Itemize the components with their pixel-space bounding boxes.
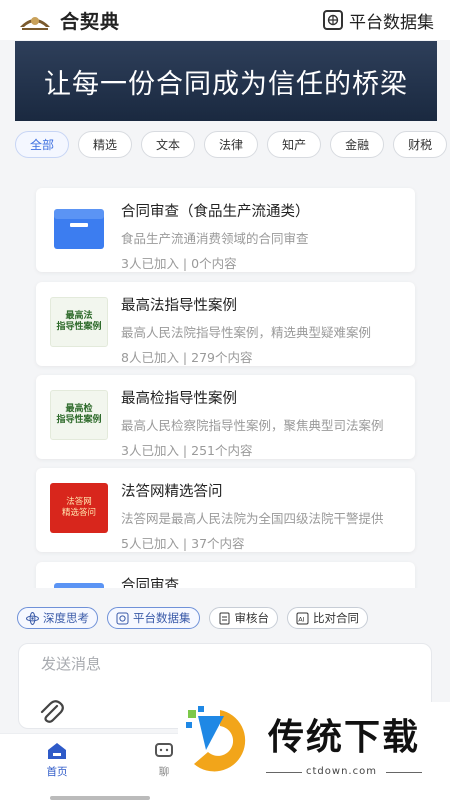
nav-home[interactable]: 首页: [27, 742, 87, 779]
card-title: 最高法指导性案例: [121, 298, 237, 314]
chat-icon: [155, 743, 173, 757]
card-description: 法答网是最高人民法院为全国四级法院干警提供: [121, 511, 384, 526]
list-item[interactable]: 最高检 指导性案例 最高检指导性案例 最高人民检察院指导性案例，聚焦典型司法案例…: [36, 375, 415, 459]
category-tab-text[interactable]: 文本: [141, 131, 196, 158]
list-item[interactable]: 最高法 指导性案例 最高法指导性案例 最高人民法院指导性案例，精选典型疑难案例 …: [36, 282, 415, 366]
watermark-rule-left: [266, 772, 302, 773]
watermark: 传统下载 ctdown.com: [178, 702, 450, 800]
card-meta: 8人已加入 | 279个内容: [121, 350, 253, 365]
platform-dataset-chip-label: 平台数据集: [133, 611, 191, 625]
nav-chat-label: 聊: [158, 766, 170, 778]
app-screen: 合契典 平台数据集 让每一份合同成为信任的桥梁 全部 精选 文本 法律 知产 金…: [0, 0, 450, 800]
list-item[interactable]: 合同审查（食品生产流通类） 食品生产流通消费领域的合同审查 3人已加入 | 0个…: [36, 188, 415, 272]
review-desk-button[interactable]: 审核台: [208, 607, 278, 629]
dataset-list: 合同审查（食品生产流通类） 食品生产流通消费领域的合同审查 3人已加入 | 0个…: [0, 178, 450, 588]
dataset-icon: [323, 10, 343, 30]
card-body: 最高检指导性案例 最高人民检察院指导性案例，聚焦典型司法案例 3人已加入 | 2…: [121, 387, 403, 459]
card-description: 食品生产流通消费领域的合同审查: [121, 231, 309, 246]
list-item[interactable]: 法答网 精选答问 法答网精选答问 法答网是最高人民法院为全国四级法院干警提供 5…: [36, 468, 415, 552]
category-tab-finance[interactable]: 金融: [330, 131, 385, 158]
card-body: 法答网精选答问 法答网是最高人民法院为全国四级法院干警提供 5人已加入 | 37…: [121, 480, 403, 552]
home-indicator: [50, 796, 150, 800]
category-tab-ip[interactable]: 知产: [267, 131, 322, 158]
card-meta: 3人已加入 | 0个内容: [121, 256, 237, 271]
watermark-brand: 传统下载: [268, 717, 421, 758]
thumb-text-line1: 最高检: [65, 404, 93, 414]
composer-actions: 深度思考 平台数据集 审核台 AI 比对合同: [17, 607, 450, 631]
svg-text:AI: AI: [298, 615, 304, 623]
platform-dataset-chip[interactable]: 平台数据集: [107, 607, 200, 629]
laurel-badge-icon: 最高检 指导性案例: [50, 390, 108, 440]
atom-icon: [26, 611, 39, 625]
paperclip-icon[interactable]: [37, 698, 65, 726]
card-description: 最高人民法院指导性案例，精选典型疑难案例: [121, 325, 372, 340]
review-desk-label: 审核台: [234, 611, 270, 625]
category-tab-all[interactable]: 全部: [15, 131, 70, 158]
thumb-text-line2: 指导性案例: [56, 322, 102, 332]
category-tab-law[interactable]: 法律: [204, 131, 259, 158]
review-icon: [218, 612, 231, 625]
card-meta: 3人已加入 | 251个内容: [121, 443, 253, 458]
platform-dataset-button[interactable]: 平台数据集: [323, 8, 434, 33]
thumb-text-line1: 最高法: [65, 311, 93, 321]
card-title: 合同审查（食品生产流通类）: [121, 204, 310, 220]
category-tab-featured[interactable]: 精选: [78, 131, 133, 158]
compare-contract-label: 比对合同: [313, 611, 359, 625]
logo-icon: [20, 17, 50, 30]
ai-compare-icon: AI: [296, 612, 309, 625]
deep-think-label: 深度思考: [43, 611, 89, 625]
nav-home-label: 首页: [46, 766, 68, 778]
list-item[interactable]: 合同审查: [36, 562, 415, 588]
watermark-rule-right: [386, 772, 422, 773]
laurel-badge-icon: 最高法 指导性案例: [50, 297, 108, 347]
banner-slogan: 让每一份合同成为信任的桥梁: [44, 68, 408, 100]
dataset-icon: [116, 612, 129, 625]
card-body: 合同审查: [121, 574, 403, 588]
card-body: 合同审查（食品生产流通类） 食品生产流通消费领域的合同审查 3人已加入 | 0个…: [121, 200, 403, 272]
thumb-text-line1: 法答网: [66, 497, 92, 507]
card-title: 法答网精选答问: [121, 484, 223, 500]
folder-icon: [50, 203, 108, 253]
card-description: 最高人民检察院指导性案例，聚焦典型司法案例: [121, 418, 384, 433]
card-body: 最高法指导性案例 最高人民法院指导性案例，精选典型疑难案例 8人已加入 | 27…: [121, 294, 403, 366]
watermark-logo-icon: [186, 706, 246, 772]
compare-contract-button[interactable]: AI 比对合同: [287, 607, 368, 629]
category-tabs: 全部 精选 文本 法律 知产 金融 财税: [15, 131, 450, 159]
card-title: 合同审查: [121, 578, 179, 588]
message-input[interactable]: [41, 652, 411, 676]
platform-dataset-label: 平台数据集: [349, 12, 434, 33]
thumb-text-line2: 精选答问: [61, 508, 96, 518]
card-meta: 5人已加入 | 37个内容: [121, 536, 245, 551]
watermark-url: ctdown.com: [306, 766, 377, 777]
hero-banner[interactable]: 让每一份合同成为信任的桥梁: [15, 41, 437, 121]
thumb-text-line2: 指导性案例: [56, 415, 102, 425]
category-tab-tax[interactable]: 财税: [393, 131, 448, 158]
folder-icon: [50, 577, 108, 588]
red-seal-icon: 法答网 精选答问: [50, 483, 108, 533]
app-name: 合契典: [60, 10, 121, 33]
card-title: 最高检指导性案例: [121, 391, 237, 407]
top-header: 合契典 平台数据集: [0, 0, 450, 40]
brand: 合契典: [18, 7, 120, 34]
home-icon: [48, 743, 66, 759]
deep-think-button[interactable]: 深度思考: [17, 607, 98, 629]
